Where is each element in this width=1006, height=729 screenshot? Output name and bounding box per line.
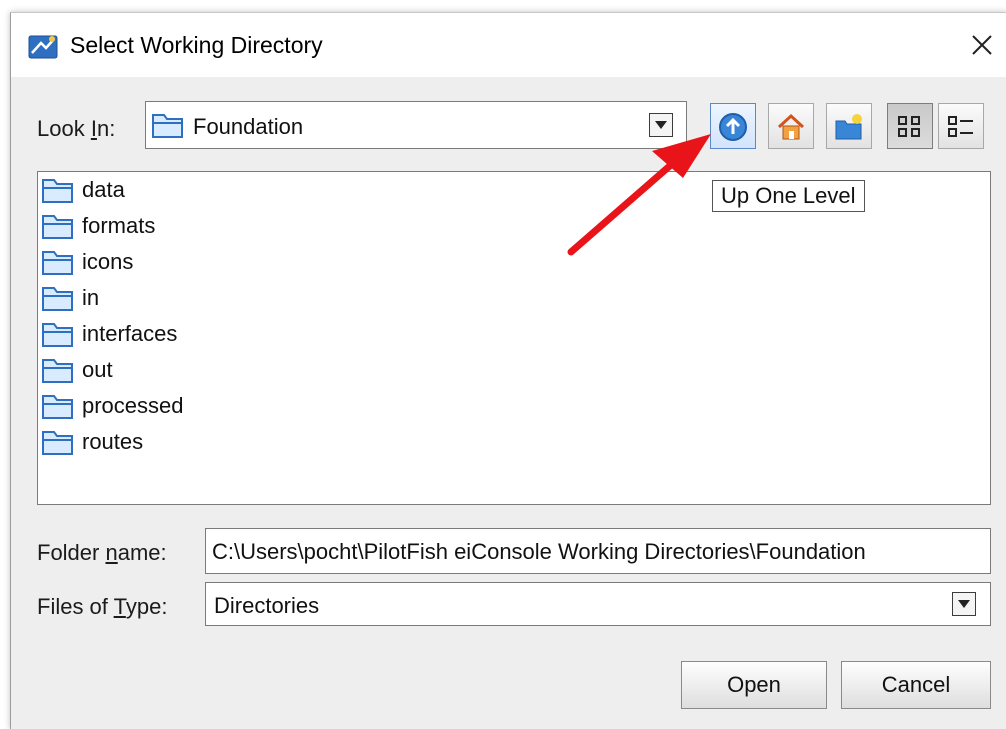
annotation-arrow (567, 134, 711, 256)
